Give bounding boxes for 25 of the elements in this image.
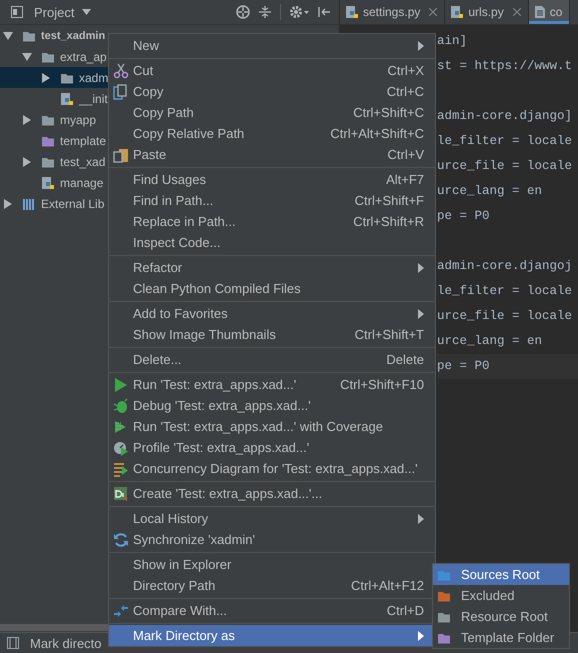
- shortcut-label: Ctrl+Shift+T: [354, 327, 424, 342]
- shortcut-label: Alt+F7: [386, 172, 424, 187]
- code-line: le_filter = locale: [437, 133, 572, 150]
- code-line: urce_file = locale: [437, 158, 572, 175]
- shortcut-label: Ctrl+V: [388, 147, 424, 162]
- code-line: urce_lang = en: [437, 183, 542, 200]
- code-line: ain]: [437, 33, 468, 50]
- code-line: admin-core.djangoj: [437, 258, 572, 275]
- shortcut-label: Ctrl+Shift+R: [353, 214, 424, 229]
- code-line: urce_file = locale: [437, 308, 572, 325]
- shortcut-label: Ctrl+Shift+C: [353, 105, 424, 120]
- code-line: st = https://www.t: [437, 58, 572, 75]
- shortcut-label: Ctrl+C: [386, 84, 424, 99]
- code-line: le_filter = locale: [437, 283, 572, 300]
- shortcut-label: Ctrl+Shift+F: [354, 193, 424, 208]
- shortcut-label: Ctrl+Shift+F10: [340, 377, 424, 392]
- code-line: urce_lang = en: [437, 333, 542, 350]
- shortcut-label: Ctrl+Alt+Shift+C: [330, 126, 424, 141]
- status-text: Mark directo: [30, 636, 102, 650]
- shortcut-label: Ctrl+D: [386, 603, 424, 618]
- shortcut-label: Ctrl+Alt+F12: [351, 578, 424, 593]
- shortcut-label: Delete: [386, 352, 424, 367]
- code-line: pe = P0: [437, 208, 490, 225]
- shortcut-label: Ctrl+X: [388, 63, 424, 78]
- code-line: admin-core.django]: [437, 108, 572, 125]
